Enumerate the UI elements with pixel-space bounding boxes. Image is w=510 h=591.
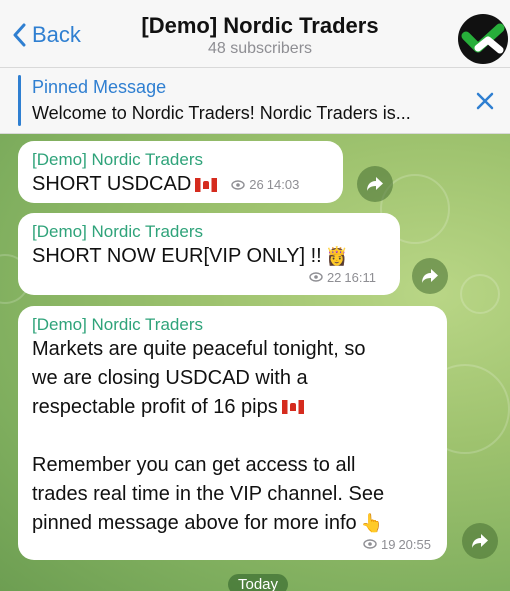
message-sender: [Demo] Nordic Traders (32, 150, 203, 169)
subscriber-count: 48 subscribers (207, 40, 313, 57)
message-text: SHORT NOW EUR[VIP ONLY] !! (32, 245, 322, 267)
message-line-with-emoji: pinned message above for more info 👆 (32, 509, 433, 538)
canada-flag-icon (195, 177, 218, 192)
message-time: 14:03 (266, 177, 300, 192)
pinned-indicator (18, 75, 21, 126)
checkmark-logo-icon (461, 23, 505, 54)
close-icon (476, 92, 494, 110)
message-meta: 26 14:03 (231, 177, 299, 192)
message-line (32, 422, 433, 451)
share-arrow-icon (422, 269, 438, 283)
channel-avatar[interactable] (458, 14, 508, 64)
message-bubble[interactable]: [Demo] Nordic Traders SHORT NOW EUR[VIP … (18, 213, 400, 295)
view-count: 22 (326, 269, 342, 285)
message-bubble[interactable]: [Demo] Nordic Traders SHORT USDCAD 26 14… (18, 141, 343, 203)
view-count: 26 (249, 177, 264, 192)
canada-flag-icon (281, 400, 304, 414)
chat-header: Back [Demo] Nordic Traders 48 subscriber… (0, 0, 510, 68)
message-time: 16:11 (344, 269, 376, 285)
pinned-title: Pinned Message (32, 77, 167, 97)
message-line-with-flag: respectable profit of 16 pips (32, 393, 433, 422)
crown-person-emoji: 👸 (325, 246, 349, 266)
back-label: Back (32, 22, 81, 47)
wallpaper-doodle (460, 274, 500, 314)
channel-info[interactable]: [Demo] Nordic Traders 48 subscribers (100, 13, 420, 58)
date-separator: Today (228, 574, 289, 591)
back-button[interactable]: Back (12, 22, 81, 48)
message-meta: 19 20:55 (363, 537, 431, 552)
message-line: respectable profit of 16 pips (32, 396, 278, 418)
share-button[interactable] (412, 258, 448, 294)
pinned-text: Welcome to Nordic Traders! Nordic Trader… (32, 103, 411, 123)
share-arrow-icon (367, 177, 383, 191)
message-time: 20:55 (398, 536, 431, 552)
view-count: 19 (380, 536, 396, 552)
channel-title: [Demo] Nordic Traders (141, 13, 379, 38)
share-arrow-icon (472, 534, 488, 548)
pinned-close-button[interactable] (476, 90, 494, 116)
message-bubble[interactable]: [Demo] Nordic Traders Markets are quite … (18, 306, 447, 560)
share-button[interactable] (462, 523, 498, 559)
eye-icon (309, 272, 323, 282)
eye-icon (363, 539, 377, 549)
message-meta: 22 16:11 (309, 270, 376, 285)
pinned-message-bar[interactable]: Pinned Message Welcome to Nordic Traders… (0, 68, 510, 134)
message-sender: [Demo] Nordic Traders (32, 315, 203, 334)
message-line: Markets are quite peaceful tonight, so (32, 338, 366, 360)
pointing-hand-emoji: 👆 (360, 513, 384, 533)
message-text: SHORT USDCAD (32, 173, 192, 195)
message-sender: [Demo] Nordic Traders (32, 222, 203, 241)
message-line: we are closing USDCAD with a (32, 367, 308, 389)
message-line: trades real time in the VIP channel. See (32, 483, 385, 505)
share-button[interactable] (357, 166, 393, 202)
message-line: Remember you can get access to all (32, 454, 356, 476)
chevron-left-icon (13, 23, 26, 47)
message-line: pinned message above for more info (32, 512, 357, 534)
eye-icon (231, 179, 245, 190)
